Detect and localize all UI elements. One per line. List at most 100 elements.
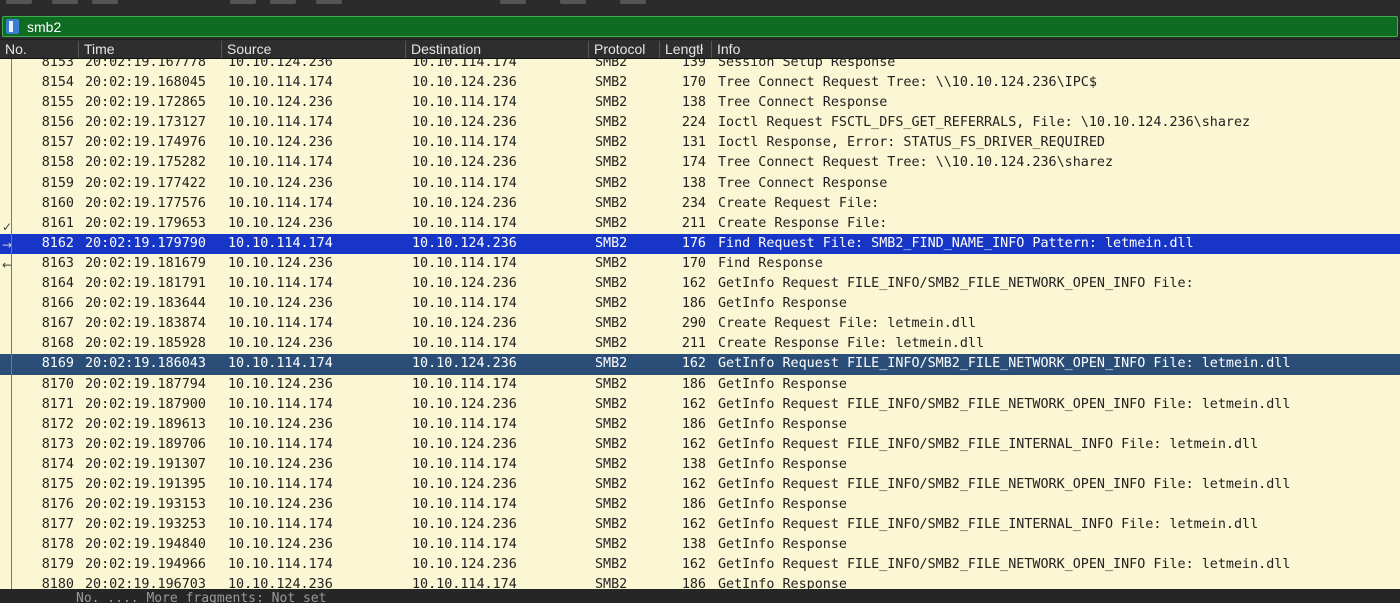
cell-time: 20:02:19.172865 <box>85 95 206 111</box>
cell-info: GetInfo Request FILE_INFO/SMB2_FILE_NETW… <box>718 396 1291 412</box>
cell-protocol: SMB2 <box>595 155 628 171</box>
column-header-no[interactable]: No. <box>0 41 79 58</box>
cell-no: 8173 <box>41 436 74 452</box>
cell-destination: 10.10.114.174 <box>412 456 517 472</box>
packet-row[interactable]: 8153 20:02:19.167778 10.10.124.236 10.10.11… <box>0 59 1400 73</box>
cell-source: 10.10.124.236 <box>228 296 333 312</box>
cell-protocol: SMB2 <box>595 235 628 251</box>
packet-row[interactable]: 8177 20:02:19.193253 10.10.114.174 10.10.12… <box>0 515 1400 535</box>
cell-protocol: SMB2 <box>595 416 628 432</box>
column-header-destination[interactable]: Destination <box>406 41 589 58</box>
column-header-source[interactable]: Source <box>222 41 406 58</box>
cell-time: 20:02:19.194840 <box>85 537 206 553</box>
bookmark-icon[interactable] <box>6 19 19 34</box>
toolbar-icon[interactable] <box>92 0 118 4</box>
conversation-line <box>11 59 12 589</box>
cell-no: 8179 <box>41 557 74 573</box>
display-filter-input[interactable]: smb2 <box>2 16 1398 37</box>
packet-row[interactable]: 8169 20:02:19.186043 10.10.114.174 10.10.12… <box>0 354 1400 375</box>
cell-length: 234 <box>681 195 706 211</box>
cell-time: 20:02:19.174976 <box>85 135 206 151</box>
cell-protocol: SMB2 <box>595 135 628 151</box>
toolbar-icon[interactable] <box>316 0 342 4</box>
cell-protocol: SMB2 <box>595 195 628 211</box>
packet-row[interactable]: 8174 20:02:19.191307 10.10.124.236 10.10.11… <box>0 455 1400 475</box>
cell-info: GetInfo Request FILE_INFO/SMB2_FILE_NETW… <box>718 276 1194 292</box>
cell-info: Ioctl Response, Error: STATUS_FS_DRIVER_… <box>718 135 1105 151</box>
toolbar-icon[interactable] <box>500 0 526 4</box>
cell-length: 224 <box>681 115 706 131</box>
cell-no: 8164 <box>41 276 74 292</box>
cell-destination: 10.10.124.236 <box>412 436 517 452</box>
cell-protocol: SMB2 <box>595 456 628 472</box>
packet-row[interactable]: 8180 20:02:19.196703 10.10.124.236 10.10.11… <box>0 575 1400 589</box>
cell-time: 20:02:19.187794 <box>85 376 206 392</box>
packet-row[interactable]: 8155 20:02:19.172865 10.10.124.236 10.10.11… <box>0 93 1400 113</box>
packet-row[interactable]: 8168 20:02:19.185928 10.10.124.236 10.10.11… <box>0 334 1400 354</box>
cell-length: 138 <box>681 456 706 472</box>
toolbar-icon[interactable] <box>560 0 586 4</box>
toolbar-icon[interactable] <box>52 0 78 4</box>
cell-no: 8167 <box>41 316 74 332</box>
cell-time: 20:02:19.193153 <box>85 497 206 513</box>
cell-source: 10.10.114.174 <box>228 476 333 492</box>
cell-length: 138 <box>681 175 706 191</box>
cell-source: 10.10.114.174 <box>228 316 333 332</box>
cell-time: 20:02:19.191307 <box>85 456 206 472</box>
cell-info: Create Response File: <box>718 215 888 231</box>
cell-destination: 10.10.114.174 <box>412 336 517 352</box>
cell-destination: 10.10.114.174 <box>412 416 517 432</box>
packet-list[interactable]: 8153 20:02:19.167778 10.10.124.236 10.10.11… <box>0 59 1400 589</box>
cell-destination: 10.10.114.174 <box>412 255 517 271</box>
cell-protocol: SMB2 <box>595 115 628 131</box>
toolbar-icon[interactable] <box>270 0 296 4</box>
packet-row[interactable]: 8157 20:02:19.174976 10.10.124.236 10.10.11… <box>0 133 1400 153</box>
cell-time: 20:02:19.177576 <box>85 195 206 211</box>
packet-row[interactable]: 8164 20:02:19.181791 10.10.114.174 10.10.12… <box>0 274 1400 294</box>
packet-row[interactable]: 8170 20:02:19.187794 10.10.124.236 10.10.11… <box>0 375 1400 395</box>
packet-row[interactable]: 8158 20:02:19.175282 10.10.114.174 10.10.12… <box>0 153 1400 173</box>
packet-row[interactable]: 8160 20:02:19.177576 10.10.114.174 10.10.12… <box>0 194 1400 214</box>
packet-row[interactable]: 8154 20:02:19.168045 10.10.114.174 10.10.12… <box>0 73 1400 93</box>
packet-row[interactable]: 8172 20:02:19.189613 10.10.124.236 10.10.11… <box>0 415 1400 435</box>
toolbar-icon[interactable] <box>6 0 32 4</box>
toolbar-icon[interactable] <box>620 0 646 4</box>
packet-row[interactable]: 8163 20:02:19.181679 10.10.124.236 10.10.11… <box>0 254 1400 274</box>
cell-length: 211 <box>681 336 706 352</box>
cell-destination: 10.10.114.174 <box>412 537 517 553</box>
filter-text[interactable]: smb2 <box>27 19 61 35</box>
packet-row[interactable]: 8175 20:02:19.191395 10.10.114.174 10.10.12… <box>0 475 1400 495</box>
cell-info: GetInfo Request FILE_INFO/SMB2_FILE_NETW… <box>718 356 1291 372</box>
packet-row[interactable]: 8156 20:02:19.173127 10.10.114.174 10.10.12… <box>0 113 1400 133</box>
packet-row[interactable]: 8176 20:02:19.193153 10.10.124.236 10.10.11… <box>0 495 1400 515</box>
cell-info: GetInfo Request FILE_INFO/SMB2_FILE_NETW… <box>718 476 1291 492</box>
packet-row[interactable]: 8166 20:02:19.183644 10.10.124.236 10.10.11… <box>0 294 1400 314</box>
packet-details-strip: No. .... More fragments: Not set <box>0 589 1400 603</box>
cell-source: 10.10.114.174 <box>228 195 333 211</box>
column-header-protocol[interactable]: Protocol <box>589 41 660 58</box>
column-header-time[interactable]: Time <box>79 41 222 58</box>
column-header-info[interactable]: Info <box>712 41 1400 58</box>
column-header-length[interactable]: Lengtł <box>660 41 712 58</box>
cell-source: 10.10.114.174 <box>228 436 333 452</box>
packet-row[interactable]: 8161 20:02:19.179653 10.10.124.236 10.10.11… <box>0 214 1400 234</box>
request-arrow-icon: → <box>2 238 13 252</box>
cell-no: 8156 <box>41 115 74 131</box>
toolbar-icon[interactable] <box>230 0 256 4</box>
cell-length: 186 <box>681 296 706 312</box>
cell-time: 20:02:19.179790 <box>85 235 206 251</box>
packet-rows: 8153 20:02:19.167778 10.10.124.236 10.10.11… <box>0 59 1400 589</box>
cell-length: 162 <box>681 396 706 412</box>
cell-no: 8159 <box>41 175 74 191</box>
packet-row[interactable]: 8173 20:02:19.189706 10.10.114.174 10.10.12… <box>0 435 1400 455</box>
packet-row[interactable]: 8178 20:02:19.194840 10.10.124.236 10.10.11… <box>0 535 1400 555</box>
packet-row[interactable]: 8171 20:02:19.187900 10.10.114.174 10.10.12… <box>0 395 1400 415</box>
packet-row[interactable]: 8162 20:02:19.179790 10.10.114.174 10.10.12… <box>0 233 1400 254</box>
cell-protocol: SMB2 <box>595 215 628 231</box>
cell-source: 10.10.124.236 <box>228 497 333 513</box>
cell-destination: 10.10.124.236 <box>412 557 517 573</box>
packet-row[interactable]: 8179 20:02:19.194966 10.10.114.174 10.10.12… <box>0 555 1400 575</box>
packet-row[interactable]: 8159 20:02:19.177422 10.10.124.236 10.10.11… <box>0 174 1400 194</box>
packet-row[interactable]: 8167 20:02:19.183874 10.10.114.174 10.10.12… <box>0 314 1400 334</box>
cell-protocol: SMB2 <box>595 59 628 70</box>
